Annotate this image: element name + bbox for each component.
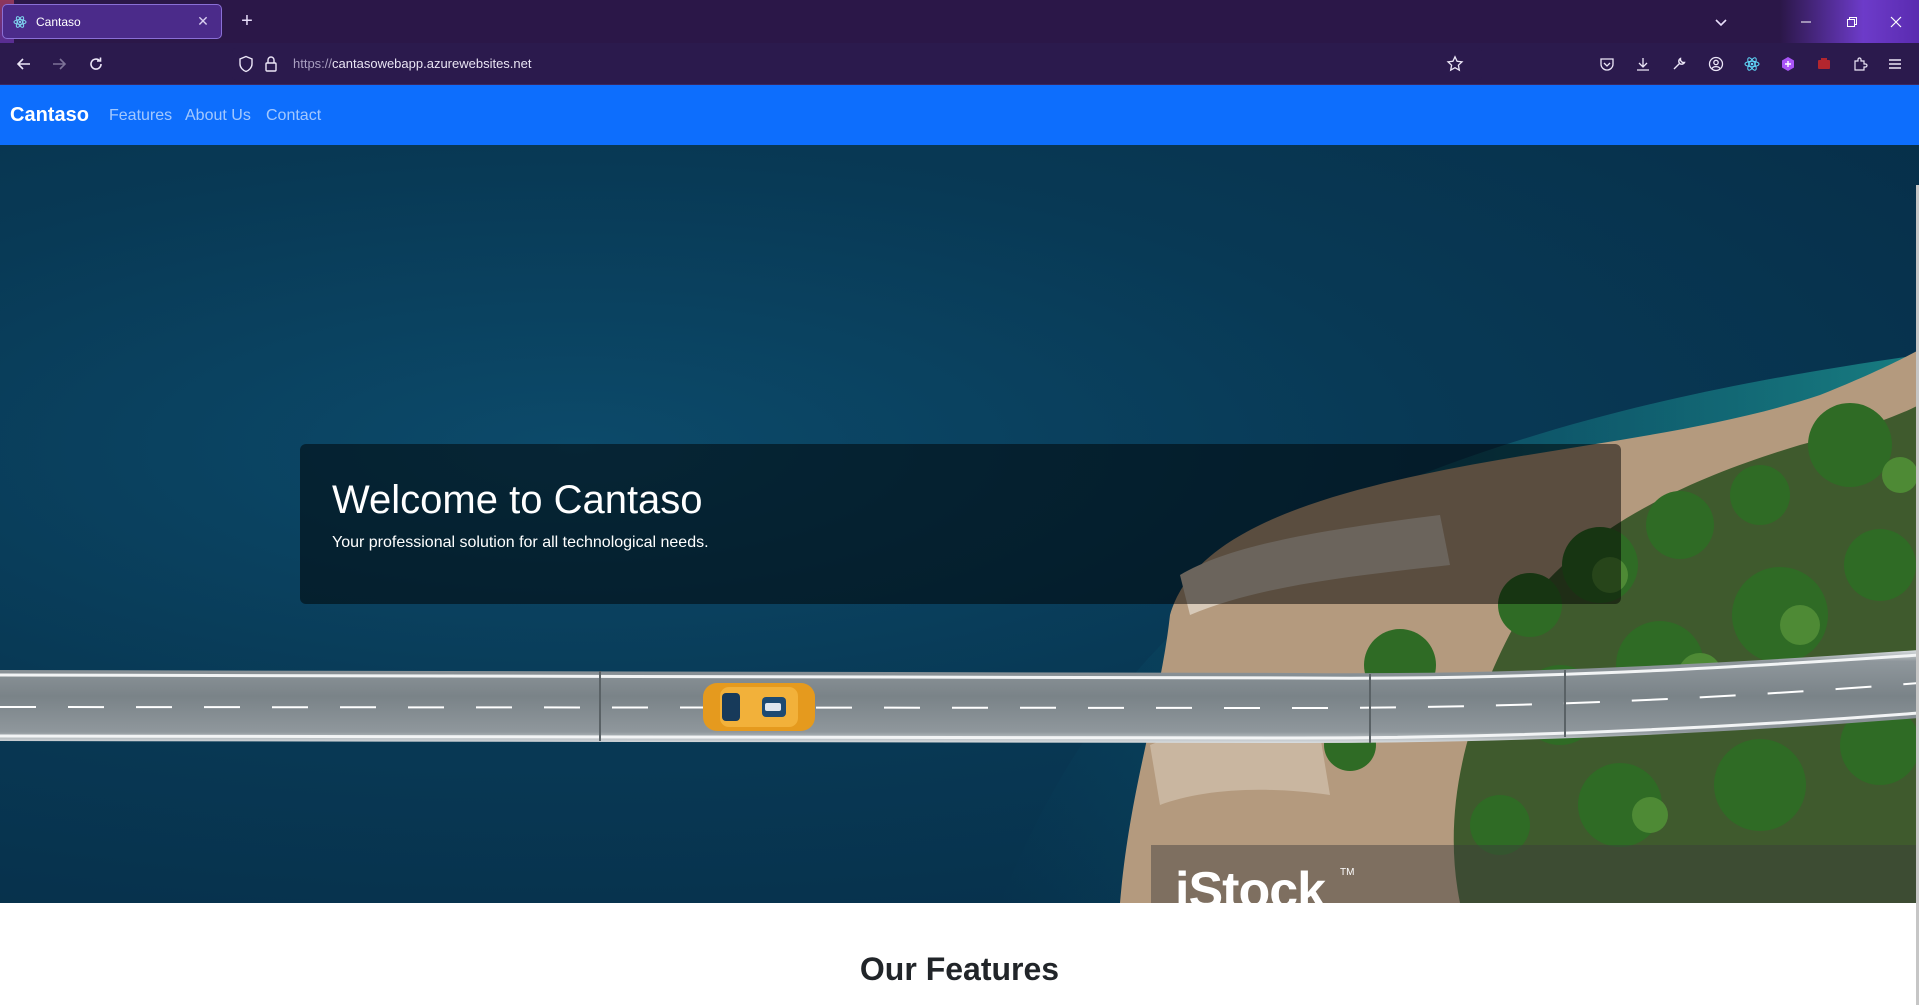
- menu-hamburger-icon[interactable]: [1881, 50, 1909, 78]
- web-page: Cantaso Features About Us Contact Welcom…: [0, 85, 1919, 1005]
- pocket-icon[interactable]: [1593, 50, 1621, 78]
- react-icon: [13, 15, 27, 29]
- tab-list-chevron-icon[interactable]: [1708, 9, 1734, 35]
- url-protocol: https://: [293, 56, 333, 71]
- browser-tab[interactable]: Cantaso ✕: [2, 4, 222, 39]
- browser-toolbar: https://cantasowebapp.azurewebsites.net: [0, 43, 1919, 85]
- bookmark-star-icon[interactable]: [1446, 55, 1464, 78]
- welcome-title: Welcome to Cantaso: [332, 478, 703, 522]
- new-tab-button[interactable]: +: [234, 8, 260, 34]
- taxi-car: [703, 683, 815, 731]
- url-text: https://cantasowebapp.azurewebsites.net: [293, 56, 532, 71]
- react-devtools-icon[interactable]: [1738, 50, 1766, 78]
- browser-tab-bar: Cantaso ✕ +: [0, 0, 1919, 43]
- forward-arrow-icon[interactable]: [45, 50, 73, 78]
- tab-title: Cantaso: [36, 14, 81, 29]
- nav-link-about-us[interactable]: About Us: [185, 107, 251, 125]
- url-host: cantasowebapp.azurewebsites.net: [332, 56, 532, 71]
- extension-red-icon[interactable]: [1810, 50, 1838, 78]
- restore-icon[interactable]: [1829, 0, 1875, 43]
- istock-trademark: TM: [1340, 867, 1355, 878]
- welcome-banner: Welcome to Cantaso Your professional sol…: [300, 444, 1621, 604]
- minimize-icon[interactable]: [1783, 0, 1829, 43]
- close-window-icon[interactable]: [1873, 0, 1919, 43]
- site-navbar: Cantaso Features About Us Contact: [0, 85, 1919, 145]
- extension-hex-icon[interactable]: [1774, 50, 1802, 78]
- istock-watermark: iStock TM: [1151, 845, 1919, 903]
- features-heading: Our Features: [859, 951, 1060, 987]
- extensions-puzzle-icon[interactable]: [1846, 50, 1874, 78]
- nav-link-features[interactable]: Features: [109, 107, 172, 125]
- wrench-icon[interactable]: [1665, 50, 1693, 78]
- istock-logo: iStock: [1175, 862, 1326, 903]
- site-brand[interactable]: Cantaso: [10, 104, 89, 127]
- back-arrow-icon[interactable]: [10, 50, 38, 78]
- tab-close-icon[interactable]: ✕: [195, 13, 211, 30]
- lock-icon[interactable]: [264, 55, 278, 78]
- downloads-icon[interactable]: [1629, 50, 1657, 78]
- welcome-subtitle: Your professional solution for all techn…: [332, 534, 709, 551]
- reload-icon[interactable]: [82, 50, 110, 78]
- url-bar[interactable]: https://cantasowebapp.azurewebsites.net: [232, 48, 1482, 80]
- account-icon[interactable]: [1702, 50, 1730, 78]
- hero-section: Welcome to Cantaso Your professional sol…: [0, 145, 1919, 903]
- nav-link-contact[interactable]: Contact: [266, 107, 321, 125]
- shield-icon[interactable]: [238, 55, 254, 78]
